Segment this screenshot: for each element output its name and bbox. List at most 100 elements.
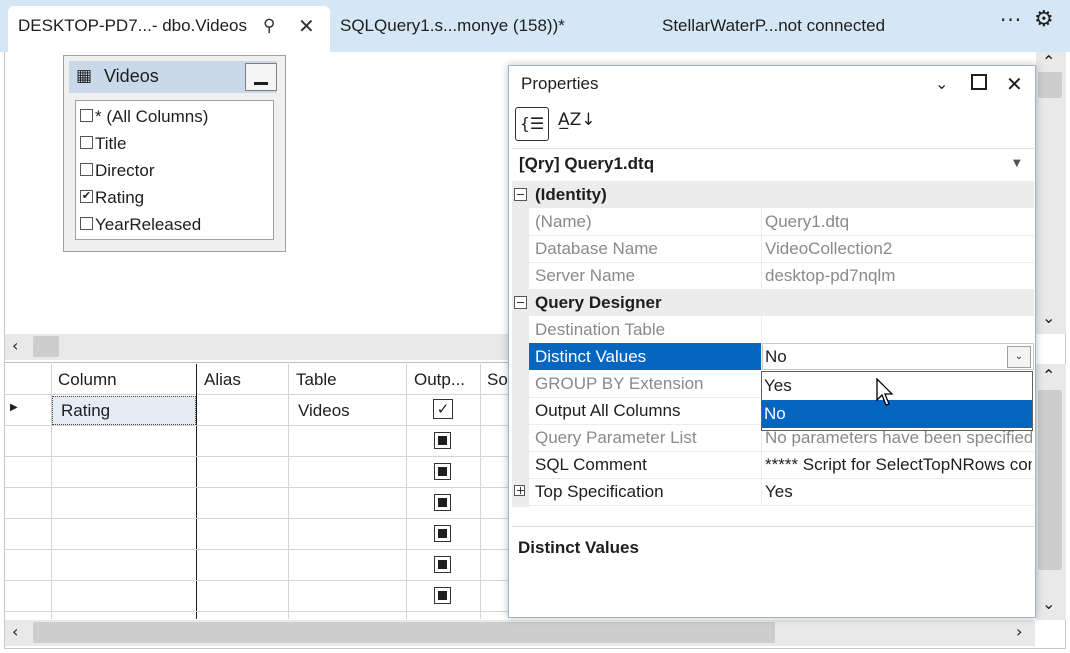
grid-row-line: [5, 487, 510, 488]
property-value[interactable]: desktop-pd7nqlm: [765, 262, 1032, 289]
table-diagram-title: Videos: [104, 66, 159, 86]
property-name[interactable]: Output All Columns: [535, 397, 681, 424]
column-label: Rating: [95, 188, 145, 207]
column-item-yearreleased[interactable]: YearReleased: [80, 211, 201, 238]
checkbox[interactable]: [80, 217, 93, 231]
column-list[interactable]: * (All Columns) Title Director ✔ Rating Y…: [75, 100, 274, 240]
tab-sqlquery1[interactable]: SQLQuery1.s...monye (158))*: [340, 8, 565, 44]
column-label: Director: [95, 161, 155, 180]
expand-icon-vbar: [520, 487, 521, 494]
grid-cell-table[interactable]: Videos: [298, 396, 350, 425]
tab-dbo-videos[interactable]: DESKTOP-PD7...- dbo.Videos ⚲ ✕: [8, 6, 330, 52]
property-name[interactable]: Database Name: [535, 235, 658, 262]
property-name[interactable]: SQL Comment: [535, 451, 647, 478]
diagram-hscroll-thumb[interactable]: [33, 336, 59, 357]
chevron-right-icon[interactable]: ›: [1016, 622, 1022, 641]
dropdown-arrow-icon[interactable]: ▼: [1013, 148, 1021, 179]
category-label: (Identity): [535, 185, 607, 204]
property-name[interactable]: GROUP BY Extension: [535, 370, 704, 397]
pin-icon[interactable]: ⚲: [263, 6, 275, 46]
properties-title: Properties: [521, 74, 599, 93]
tab-stellarwater[interactable]: StellarWaterP...not connected: [662, 8, 885, 44]
description-separator[interactable]: [512, 526, 1034, 527]
checkbox-checked[interactable]: ✔: [80, 190, 93, 204]
category-label: Query Designer: [535, 293, 662, 312]
property-value[interactable]: Yes: [765, 478, 1032, 505]
property-name[interactable]: Top Specification: [535, 478, 664, 505]
maximize-icon[interactable]: [971, 74, 987, 90]
minimize-button[interactable]: [245, 63, 277, 91]
grid-cell-column[interactable]: Rating: [61, 396, 110, 425]
chevron-up-icon[interactable]: ⌃: [1042, 52, 1055, 71]
output-checkbox-checked[interactable]: ✓: [433, 399, 453, 419]
pane-divider[interactable]: [5, 362, 510, 363]
chevron-down-icon[interactable]: ⌄: [935, 74, 948, 93]
grid-header-alias[interactable]: Alias: [198, 364, 293, 395]
table-icon: ▦: [76, 66, 93, 86]
grid-row-line: [5, 549, 510, 550]
gear-icon[interactable]: ⚙: [1034, 7, 1054, 32]
tab-label: DESKTOP-PD7...- dbo.Videos: [18, 16, 247, 35]
grid-row-line: [5, 518, 510, 519]
checkbox[interactable]: [80, 136, 93, 150]
output-checkbox[interactable]: [434, 556, 451, 573]
output-checkbox[interactable]: [434, 432, 451, 449]
grid-header-column[interactable]: Column: [52, 364, 202, 395]
alphabetical-sort-icon[interactable]: A̲Z↓: [558, 110, 596, 130]
grid-row-line: [5, 580, 510, 581]
chevron-left-icon[interactable]: ‹: [12, 336, 18, 355]
collapse-icon[interactable]: [514, 188, 527, 201]
row-line: [529, 505, 1034, 506]
mouse-cursor-icon: [876, 378, 894, 406]
output-checkbox[interactable]: [434, 463, 451, 480]
property-name[interactable]: Query Parameter List: [535, 424, 697, 451]
column-label: Title: [95, 134, 127, 153]
property-value[interactable]: Query1.dtq: [765, 208, 1032, 235]
object-selector-value: [Qry] Query1.dtq: [519, 154, 655, 173]
tab-overflow-button[interactable]: ···: [1000, 8, 1022, 32]
grid-row-line: [5, 611, 510, 612]
property-value[interactable]: VideoCollection2: [765, 235, 1032, 262]
property-name[interactable]: Server Name: [535, 262, 635, 289]
column-item-director[interactable]: Director: [80, 157, 155, 184]
output-checkbox[interactable]: [434, 494, 451, 511]
categorized-icon[interactable]: {☰: [515, 107, 549, 141]
tab-label: SQLQuery1.s...monye (158))*: [340, 16, 565, 35]
chevron-down-icon[interactable]: ⌄: [1042, 308, 1055, 327]
chevron-left-icon[interactable]: ‹: [12, 622, 18, 641]
column-item-all[interactable]: * (All Columns): [80, 103, 208, 130]
close-icon[interactable]: ✕: [1006, 72, 1023, 96]
property-name[interactable]: (Name): [535, 208, 592, 235]
chevron-up-icon[interactable]: ⌃: [1042, 366, 1055, 385]
dropdown-option-no[interactable]: No: [762, 400, 1032, 428]
chevron-down-icon[interactable]: ⌄: [1042, 594, 1055, 613]
column-item-rating[interactable]: ✔ Rating: [80, 184, 144, 211]
output-checkbox[interactable]: [434, 587, 451, 604]
column-label: * (All Columns): [95, 107, 209, 126]
property-value[interactable]: No: [765, 343, 1032, 370]
column-label: YearReleased: [95, 215, 202, 234]
description-title: Distinct Values: [518, 538, 639, 557]
close-icon[interactable]: ✕: [298, 6, 315, 46]
diagram-hscrollbar[interactable]: [5, 334, 510, 360]
grid-header-output[interactable]: Outp...: [408, 364, 486, 395]
grid-row-line: [5, 456, 510, 457]
diagram-vscroll-thumb[interactable]: [1038, 72, 1062, 98]
property-name[interactable]: Distinct Values: [535, 343, 646, 370]
chevron-down-icon[interactable]: ⌄: [1007, 346, 1031, 368]
grid-vscroll-thumb[interactable]: [1038, 390, 1062, 570]
property-name[interactable]: Destination Table: [535, 316, 665, 343]
grid-header-table[interactable]: Table: [290, 364, 412, 395]
checkbox[interactable]: [80, 109, 93, 123]
property-value[interactable]: ***** Script for SelectTopNRows command: [765, 451, 1032, 478]
tab-label: StellarWaterP...not connected: [662, 16, 886, 35]
checkbox[interactable]: [80, 163, 93, 177]
column-item-title[interactable]: Title: [80, 130, 127, 157]
row-selector-arrow-icon: ▶: [10, 402, 18, 413]
property-gutter: [512, 181, 529, 507]
output-checkbox[interactable]: [434, 525, 451, 542]
collapse-icon[interactable]: [514, 296, 527, 309]
grid-hscroll-thumb[interactable]: [33, 622, 775, 643]
grid-row-line: [5, 425, 510, 426]
dropdown-option-yes[interactable]: Yes: [762, 372, 1032, 399]
